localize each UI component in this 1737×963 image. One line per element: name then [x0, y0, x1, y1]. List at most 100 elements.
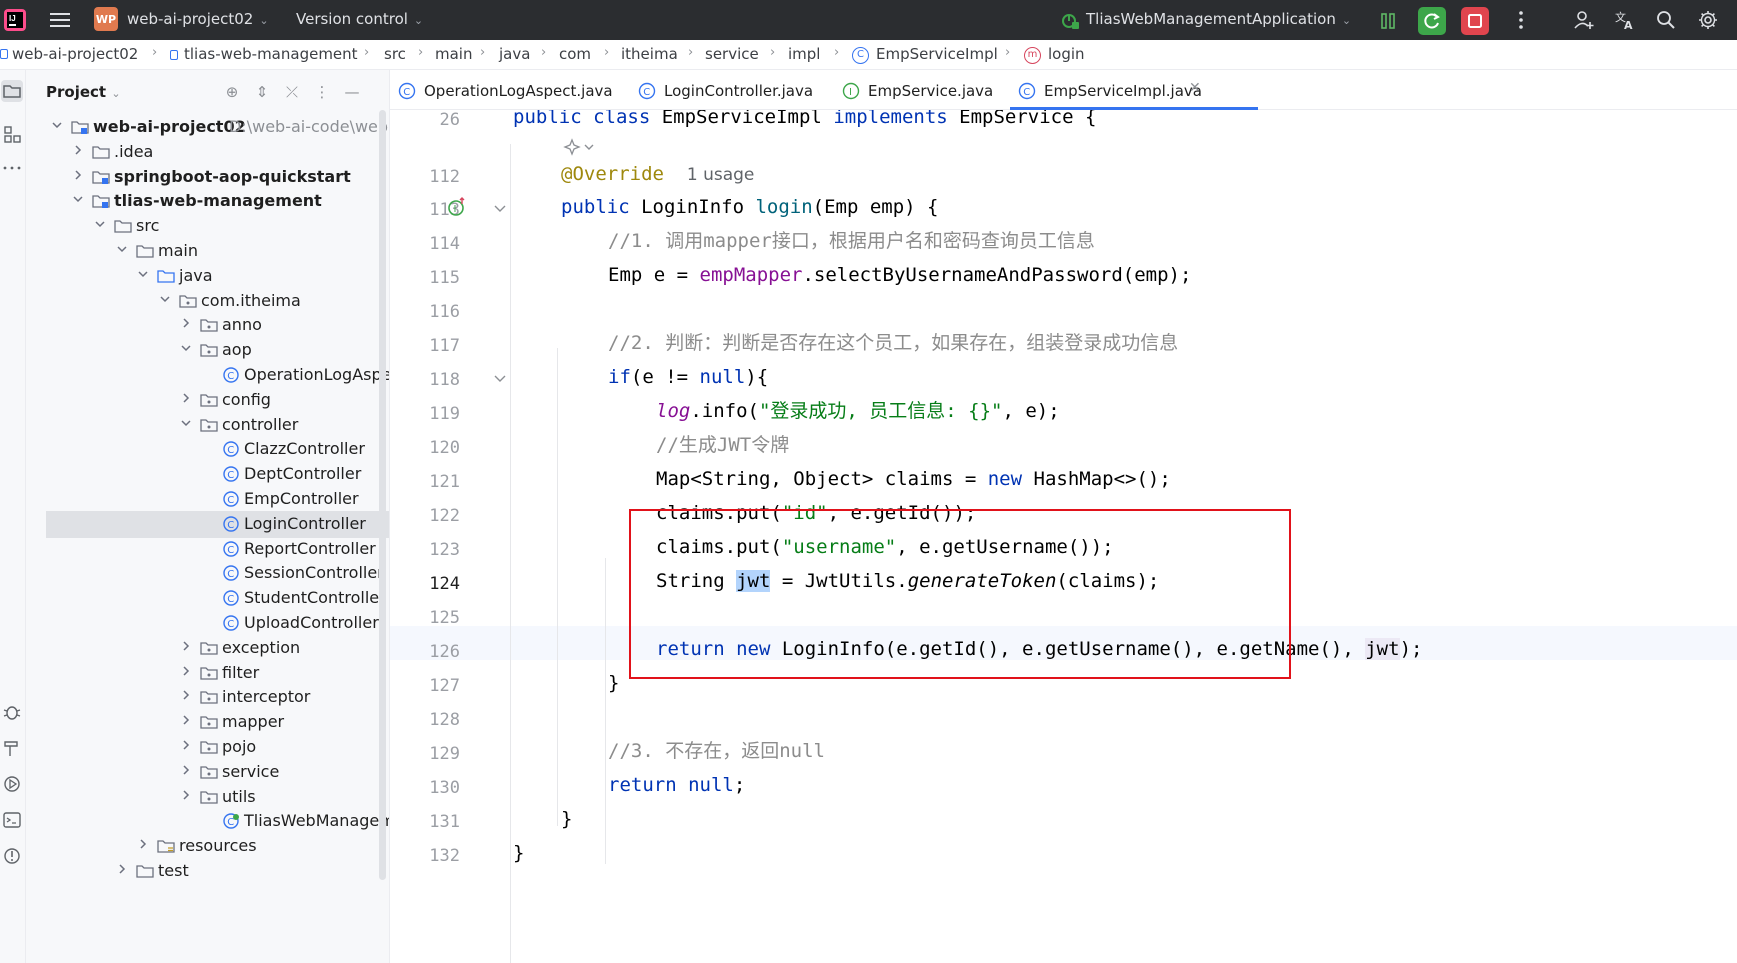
- project-panel-title[interactable]: Project ⌄: [46, 83, 121, 101]
- services-run-icon[interactable]: [2, 774, 22, 794]
- main-menu-icon[interactable]: [50, 12, 70, 28]
- chevron-right-icon[interactable]: [179, 788, 193, 802]
- tree-item[interactable]: C StudentController: [26, 585, 389, 612]
- tree-item[interactable]: C EmpController: [26, 486, 389, 513]
- collapse-all-icon[interactable]: ⤫: [282, 82, 302, 102]
- project-tool-button[interactable]: [1, 80, 23, 102]
- locate-file-icon[interactable]: ⊕: [222, 82, 242, 102]
- chevron-right-icon[interactable]: [179, 391, 193, 405]
- chevron-right-icon[interactable]: [71, 168, 85, 182]
- tree-item[interactable]: resources: [26, 833, 389, 860]
- tree-item[interactable]: C TliasWebManagementApplication: [26, 808, 389, 835]
- tree-item[interactable]: utils: [26, 784, 389, 811]
- project-scrollbar[interactable]: [379, 110, 386, 880]
- editor-tabs: C OperationLogAspect.java C LoginControl…: [390, 70, 1737, 110]
- tree-item[interactable]: C OperationLogAspect: [26, 362, 389, 389]
- tree-item[interactable]: aop: [26, 337, 389, 364]
- project-badge[interactable]: WP: [94, 7, 118, 31]
- tree-item[interactable]: C DeptController: [26, 461, 389, 488]
- tree-item[interactable]: tlias-web-management: [26, 188, 389, 215]
- settings-gear-icon[interactable]: [1697, 9, 1719, 31]
- ai-assistant-icon[interactable]: [563, 138, 601, 158]
- breadcrumb-item[interactable]: tlias-web-management: [184, 45, 358, 63]
- chevron-down-icon[interactable]: [158, 292, 172, 306]
- chevron-down-icon[interactable]: [136, 267, 150, 281]
- chevron-right-icon[interactable]: [179, 713, 193, 727]
- chevron-right-icon[interactable]: [136, 837, 150, 851]
- chevron-down-icon[interactable]: [179, 341, 193, 355]
- translate-icon[interactable]: 文 A: [1614, 9, 1636, 31]
- tab-empserviceimpl[interactable]: C EmpServiceImpl.java ✕: [1010, 70, 1258, 110]
- tree-item[interactable]: web-ai-project02 D:\web-ai-code\web: [26, 114, 389, 141]
- run-configuration-selector[interactable]: TliasWebManagementApplication ⌄: [1086, 10, 1351, 28]
- breadcrumb-item[interactable]: web-ai-project02: [12, 45, 138, 63]
- intellij-logo-icon[interactable]: IJ: [4, 9, 26, 31]
- chevron-down-icon[interactable]: [71, 192, 85, 206]
- tree-item[interactable]: .idea: [26, 139, 389, 166]
- tree-item[interactable]: exception: [26, 635, 389, 662]
- chevron-right-icon[interactable]: [179, 763, 193, 777]
- breadcrumb-item[interactable]: com: [559, 45, 591, 63]
- breadcrumb-item[interactable]: EmpServiceImpl: [876, 45, 998, 63]
- chevron-down-icon[interactable]: [50, 118, 64, 132]
- project-switcher[interactable]: web-ai-project02 ⌄: [127, 10, 269, 28]
- debug-button[interactable]: [1374, 7, 1402, 35]
- close-tab-icon[interactable]: ✕: [1189, 80, 1201, 96]
- tree-item[interactable]: java: [26, 263, 389, 290]
- add-user-icon[interactable]: [1573, 9, 1595, 31]
- tree-item[interactable]: main: [26, 238, 389, 265]
- chevron-right-icon: ›: [541, 45, 547, 60]
- tree-item[interactable]: C UploadController: [26, 610, 389, 637]
- rerun-button[interactable]: [1418, 7, 1446, 35]
- version-control-menu[interactable]: Version control ⌄: [296, 10, 423, 28]
- chevron-right-icon[interactable]: [179, 738, 193, 752]
- tree-item-label: pojo: [222, 737, 257, 756]
- stop-button[interactable]: [1461, 7, 1489, 35]
- tree-item[interactable]: C SessionController: [26, 560, 389, 587]
- chevron-down-icon[interactable]: [93, 217, 107, 231]
- breadcrumb-item[interactable]: java: [499, 45, 530, 63]
- chevron-down-icon[interactable]: [179, 416, 193, 430]
- search-icon[interactable]: [1655, 9, 1677, 31]
- chevron-right-icon[interactable]: [71, 143, 85, 157]
- tree-item[interactable]: C LoginController: [46, 510, 389, 538]
- class-icon: C: [852, 47, 869, 64]
- chevron-right-icon[interactable]: [179, 688, 193, 702]
- chevron-right-icon[interactable]: [179, 664, 193, 678]
- tree-item[interactable]: controller: [26, 412, 389, 439]
- chevron-right-icon[interactable]: [179, 316, 193, 330]
- expand-all-icon[interactable]: ⇕: [252, 82, 272, 102]
- chevron-right-icon[interactable]: [179, 639, 193, 653]
- breadcrumb-item[interactable]: login: [1048, 45, 1085, 63]
- tree-item[interactable]: test: [26, 858, 389, 885]
- hide-panel-icon[interactable]: —: [342, 82, 362, 102]
- tree-item[interactable]: anno: [26, 312, 389, 339]
- tree-item[interactable]: filter: [26, 660, 389, 687]
- terminal-icon[interactable]: [2, 810, 22, 830]
- tree-item[interactable]: interceptor: [26, 684, 389, 711]
- breadcrumb-item[interactable]: src: [384, 45, 406, 63]
- tree-item[interactable]: springboot-aop-quickstart: [26, 164, 389, 191]
- breadcrumb-item[interactable]: impl: [788, 45, 820, 63]
- breadcrumb-item[interactable]: main: [435, 45, 472, 63]
- chevron-down-icon[interactable]: [115, 242, 129, 256]
- tree-item[interactable]: config: [26, 387, 389, 414]
- tree-item[interactable]: src: [26, 213, 389, 240]
- tree-item[interactable]: C ReportController: [26, 536, 389, 563]
- tree-item[interactable]: C ClazzController: [26, 436, 389, 463]
- tree-item[interactable]: mapper: [26, 709, 389, 736]
- build-hammer-icon[interactable]: [2, 738, 22, 758]
- options-icon[interactable]: ⋮: [312, 82, 332, 102]
- breadcrumb-item[interactable]: itheima: [621, 45, 678, 63]
- more-actions-icon[interactable]: [1510, 9, 1532, 31]
- debug-bug-icon[interactable]: [2, 702, 22, 722]
- problems-icon[interactable]: [2, 846, 22, 866]
- tree-item[interactable]: service: [26, 759, 389, 786]
- chevron-right-icon[interactable]: [115, 862, 129, 876]
- tree-item[interactable]: pojo: [26, 734, 389, 761]
- usage-hint[interactable]: 1 usage: [687, 165, 755, 185]
- tree-item[interactable]: com.itheima: [26, 288, 389, 315]
- more-tools-icon[interactable]: [2, 158, 22, 178]
- structure-icon[interactable]: [2, 124, 22, 144]
- breadcrumb-item[interactable]: service: [705, 45, 759, 63]
